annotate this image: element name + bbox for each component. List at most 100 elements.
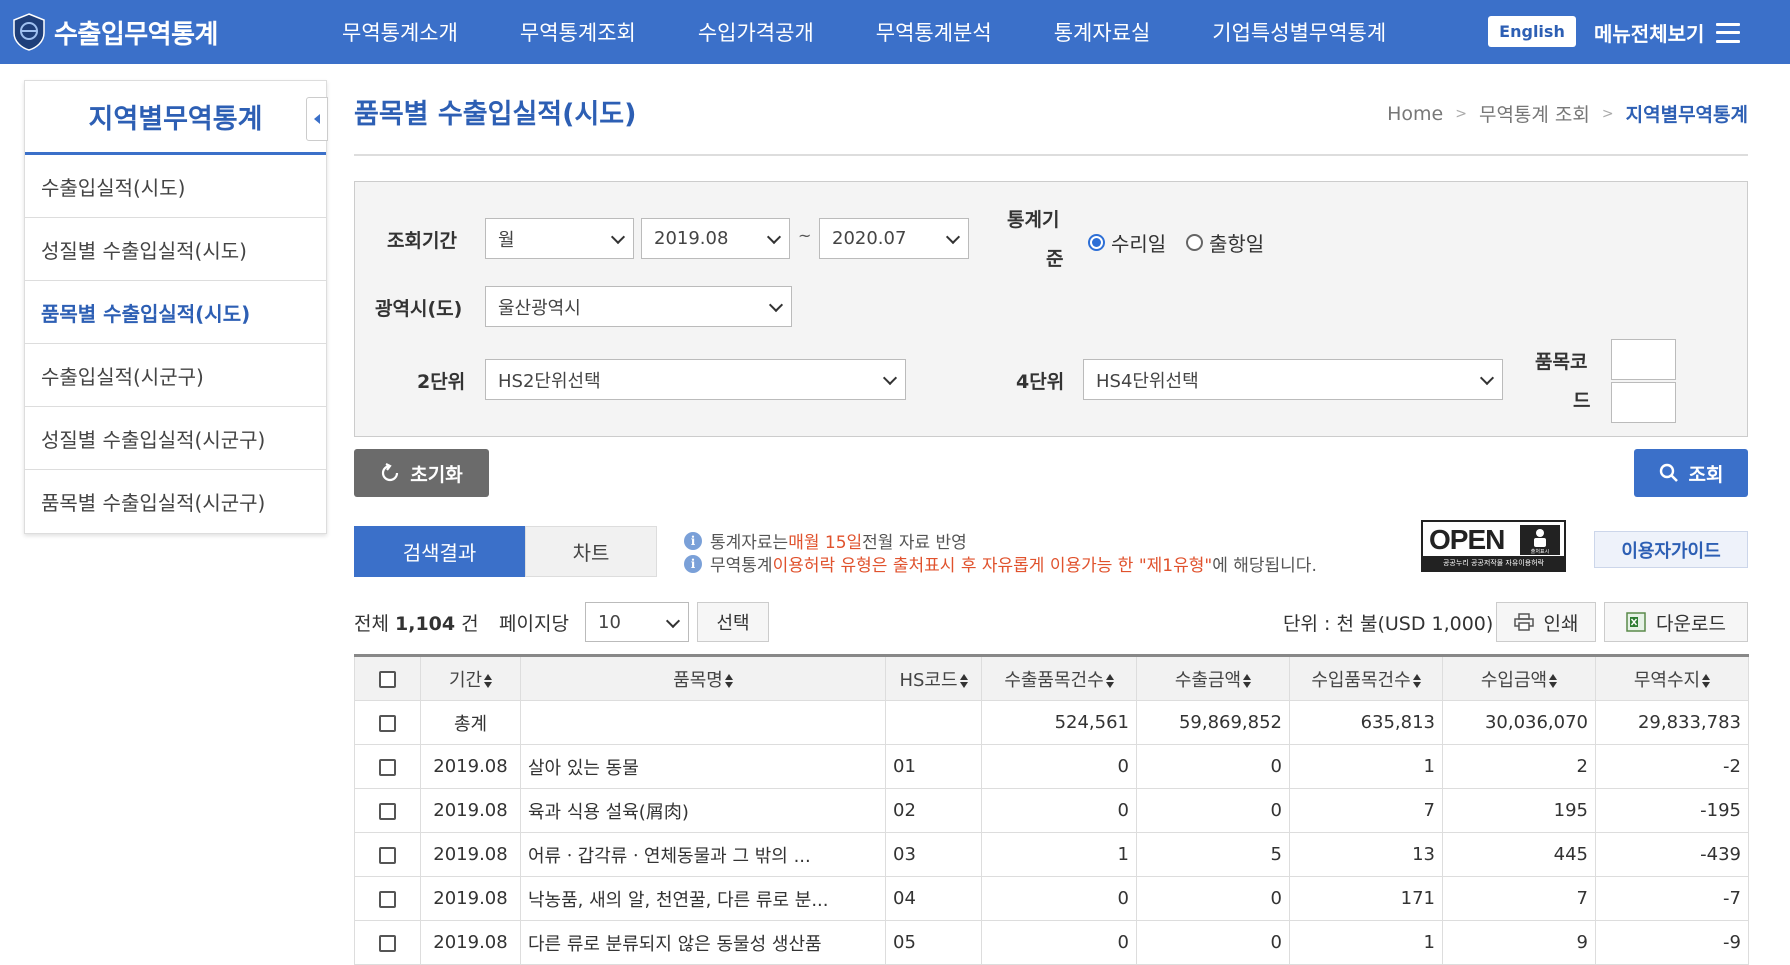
- table-row: 2019.08 어류ㆍ갑각류ㆍ연체동물과 그 밖의 ... 03 1 5 13 …: [354, 832, 1749, 877]
- tab-search-result[interactable]: 검색결과: [354, 526, 525, 577]
- checkbox-icon[interactable]: [379, 934, 396, 952]
- select-button[interactable]: 선택: [697, 602, 769, 642]
- cell-trade-balance: -439: [1595, 832, 1749, 877]
- col-period[interactable]: 기간: [420, 655, 521, 701]
- col-item-name[interactable]: 품목명: [520, 655, 886, 701]
- total-suffix: 건: [455, 613, 479, 635]
- col-import-amount[interactable]: 수입금액: [1442, 655, 1596, 701]
- nav-import-price[interactable]: 수입가격공개: [698, 17, 814, 47]
- cell-trade-balance: -195: [1595, 788, 1749, 833]
- col-hs-code[interactable]: HS코드: [885, 655, 982, 701]
- cell-item-name[interactable]: 다른 류로 분류되지 않은 동물성 생산품: [520, 920, 886, 965]
- menu-all-button[interactable]: 메뉴전체보기: [1594, 18, 1741, 47]
- site-logo[interactable]: 수출입무역통계: [12, 13, 312, 51]
- cell-item-name[interactable]: 살아 있는 동물: [520, 744, 886, 789]
- chevron-right-icon: >: [1601, 105, 1614, 122]
- customs-emblem-icon: [12, 13, 46, 51]
- sidebar-item-nature-trade-sido[interactable]: 성질별 수출입실적(시도): [25, 218, 326, 281]
- sidebar-item-trade-sido[interactable]: 수출입실적(시도): [25, 155, 326, 218]
- basis-option-departure: 출항일: [1209, 232, 1265, 256]
- row-select-cell[interactable]: [354, 744, 421, 789]
- col-trade-balance-label: 무역수지: [1633, 669, 1701, 691]
- cell-export-amount: 59,869,852: [1136, 700, 1290, 745]
- checkbox-icon[interactable]: [379, 890, 396, 908]
- tab-chart[interactable]: 차트: [525, 526, 657, 577]
- row-select-cell[interactable]: [354, 832, 421, 877]
- col-hs-code-label: HS코드: [899, 669, 958, 691]
- col-import-count[interactable]: 수입품목건수: [1289, 655, 1443, 701]
- download-button[interactable]: 다운로드: [1604, 602, 1748, 642]
- period-unit-value: 월: [498, 229, 515, 251]
- reset-button[interactable]: 초기화: [354, 449, 489, 497]
- checkbox-icon[interactable]: [379, 758, 396, 776]
- row-select-cell[interactable]: [354, 788, 421, 833]
- period-from-select[interactable]: 2019.08: [641, 218, 790, 259]
- period-label: 조회기간: [387, 230, 457, 252]
- nav-trade-search[interactable]: 무역통계조회: [520, 17, 636, 47]
- item-code-input-2[interactable]: [1611, 382, 1676, 423]
- download-label: 다운로드: [1656, 612, 1726, 635]
- period-to-select[interactable]: 2020.07: [819, 218, 969, 259]
- cell-period: 2019.08: [420, 744, 521, 789]
- cell-item-name[interactable]: 육과 식용 설육(屑肉): [520, 788, 886, 833]
- region-select[interactable]: 울산광역시: [485, 286, 792, 327]
- sidebar-collapse-button[interactable]: [306, 97, 328, 141]
- checkbox-icon[interactable]: [379, 714, 396, 732]
- col-export-amount[interactable]: 수출금액: [1136, 655, 1290, 701]
- print-button[interactable]: 인쇄: [1496, 602, 1596, 642]
- sidebar-item-product-trade-sigungu[interactable]: 품목별 수출입실적(시군구): [25, 470, 326, 533]
- col-trade-balance[interactable]: 무역수지: [1595, 655, 1749, 701]
- period-unit-select[interactable]: 월: [485, 218, 634, 259]
- sort-icon: [484, 673, 493, 688]
- sort-icon: [1412, 673, 1421, 688]
- hs4-label: 4단위: [1016, 371, 1065, 393]
- sidebar-item-trade-sigungu[interactable]: 수출입실적(시군구): [25, 344, 326, 407]
- main-nav: 무역통계소개 무역통계조회 수입가격공개 무역통계분석 통계자료실 기업특성별무…: [342, 0, 1386, 64]
- cell-period: 2019.08: [420, 788, 521, 833]
- row-select-cell[interactable]: [354, 920, 421, 965]
- user-guide-button[interactable]: 이용자가이드: [1594, 531, 1748, 568]
- basis-radio-departure[interactable]: 출항일: [1186, 228, 1264, 257]
- radio-selected-icon: [1088, 234, 1105, 251]
- nav-trade-intro[interactable]: 무역통계소개: [342, 17, 458, 47]
- cell-item-name[interactable]: 낙농품, 새의 알, 천연꿀, 다른 류로 분...: [520, 876, 886, 921]
- item-code-input-1[interactable]: [1611, 339, 1676, 380]
- nav-company-trade[interactable]: 기업특성별무역통계: [1212, 17, 1386, 47]
- select-all-cell[interactable]: [354, 655, 421, 701]
- col-export-count[interactable]: 수출품목건수: [981, 655, 1137, 701]
- nav-trade-analysis[interactable]: 무역통계분석: [876, 17, 992, 47]
- checkbox-icon[interactable]: [379, 670, 396, 688]
- breadcrumb-trade-search[interactable]: 무역통계 조회: [1479, 100, 1590, 127]
- chevron-down-icon: [766, 229, 782, 245]
- basis-radio-clearance[interactable]: 수리일: [1088, 228, 1166, 257]
- sidebar-item-nature-trade-sigungu[interactable]: 성질별 수출입실적(시군구): [25, 407, 326, 470]
- total-prefix: 전체: [354, 613, 395, 635]
- nav-data-room[interactable]: 통계자료실: [1054, 17, 1151, 47]
- notice-update-text-b: 전월 자료 반영: [862, 533, 967, 553]
- sidebar: 지역별무역통계 수출입실적(시도) 성질별 수출입실적(시도) 품목별 수출입실…: [24, 80, 328, 534]
- sort-icon: [1105, 673, 1114, 688]
- cell-trade-balance: 29,833,783: [1595, 700, 1749, 745]
- col-import-count-label: 수입품목건수: [1311, 669, 1411, 691]
- hs2-select[interactable]: HS2단위선택: [485, 359, 906, 400]
- breadcrumb-current[interactable]: 지역별무역통계: [1626, 100, 1748, 127]
- english-button[interactable]: English: [1488, 16, 1576, 47]
- col-import-amount-label: 수입금액: [1480, 669, 1548, 691]
- hamburger-icon: [1716, 22, 1741, 43]
- info-icon: i: [684, 531, 702, 550]
- row-select-cell[interactable]: [354, 700, 421, 745]
- table-row: 2019.08 육과 식용 설육(屑肉) 02 0 0 7 195 -195: [354, 788, 1749, 833]
- row-select-cell[interactable]: [354, 876, 421, 921]
- per-page-select[interactable]: 10: [585, 602, 689, 642]
- checkbox-icon[interactable]: [379, 802, 396, 820]
- cell-period: 총계: [420, 700, 521, 745]
- cell-hs-code: 05: [885, 920, 982, 965]
- breadcrumb-home[interactable]: Home: [1387, 103, 1443, 125]
- search-button[interactable]: 조회: [1634, 449, 1748, 497]
- cell-import-count: 13: [1289, 832, 1443, 877]
- region-value: 울산광역시: [498, 297, 581, 319]
- cell-item-name[interactable]: 어류ㆍ갑각류ㆍ연체동물과 그 밖의 ...: [520, 832, 886, 877]
- checkbox-icon[interactable]: [379, 846, 396, 864]
- sidebar-item-product-trade-sido[interactable]: 품목별 수출입실적(시도): [25, 281, 326, 344]
- hs4-select[interactable]: HS4단위선택: [1083, 359, 1503, 400]
